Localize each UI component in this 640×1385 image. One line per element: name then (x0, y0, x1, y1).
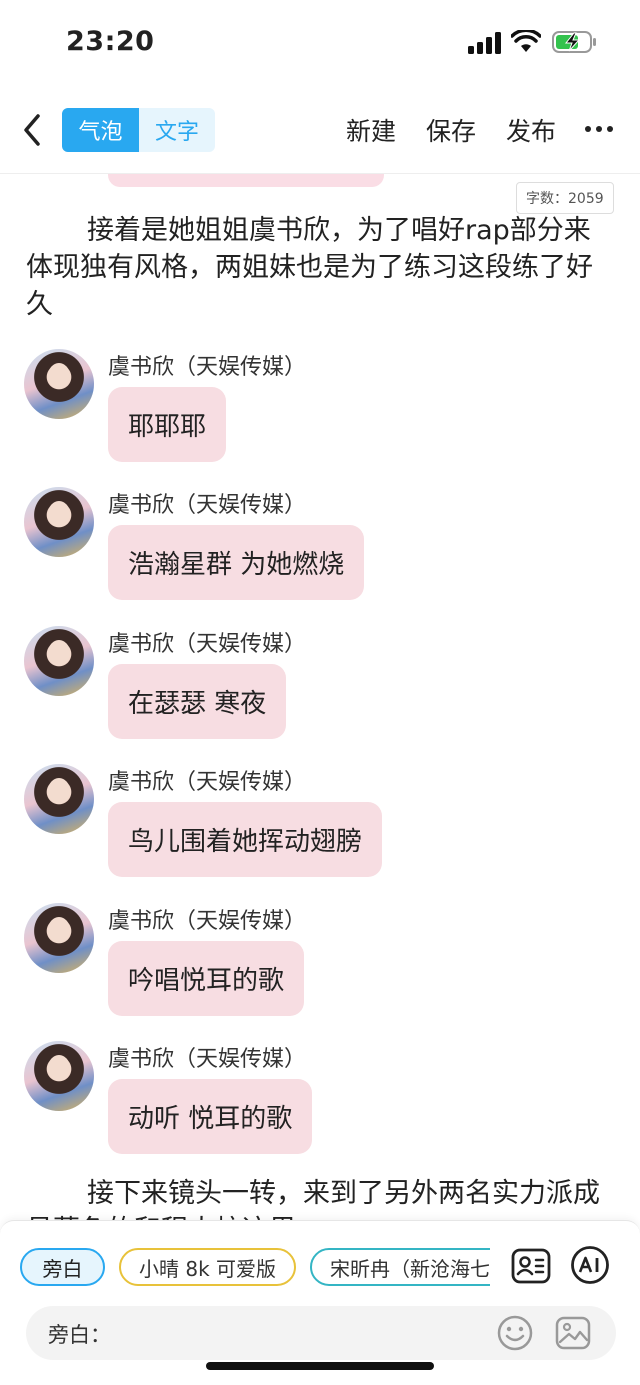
role-chip-narration[interactable]: 旁白 (20, 1248, 105, 1286)
avatar[interactable] (24, 626, 94, 696)
message-bubble[interactable]: 鸟儿围着她挥动翅膀 (108, 802, 383, 877)
sender-name: 虞书欣（天娱传媒） (108, 770, 307, 795)
mode-toggle: 气泡 文字 (62, 108, 215, 152)
chat-message[interactable]: 虞书欣（天娱传媒） 吟唱悦耳的歌 (0, 903, 640, 1033)
sender-name: 虞书欣（天娱传媒） (108, 355, 307, 380)
message-bubble[interactable]: 吟唱悦耳的歌 (108, 941, 305, 1016)
script-content[interactable]: 字数：2059 接着是她姐姐虞书欣，为了唱好rap部分来体现独有风格，两姐妹也是… (0, 174, 640, 1220)
narration-text[interactable]: 接着是她姐姐虞书欣，为了唱好rap部分来体现独有风格，两姐妹也是为了练习这段练了… (26, 212, 611, 323)
role-chip-list[interactable]: 旁白 小晴 8k 可爱版 宋昕冉（新沧海七 (20, 1248, 490, 1288)
new-button[interactable]: 新建 (346, 112, 396, 148)
image-icon[interactable] (554, 1314, 592, 1352)
chat-message[interactable]: 虞书欣（天娱传媒） 鸟儿围着她挥动翅膀 (0, 764, 640, 894)
avatar[interactable] (24, 349, 94, 419)
save-button[interactable]: 保存 (426, 112, 476, 148)
message-input[interactable]: 旁白： (26, 1306, 616, 1360)
more-icon[interactable] (584, 124, 614, 134)
word-count-badge: 字数：2059 (516, 182, 614, 214)
status-bar: 23:20 (0, 0, 640, 86)
chat-message[interactable]: 虞书欣（天娱传媒） 动听 悦耳的歌 (0, 1041, 640, 1171)
message-bubble[interactable]: 动听 悦耳的歌 (108, 1079, 313, 1154)
message-bubble[interactable]: 浩瀚星群 为她燃烧 (108, 525, 365, 600)
avatar[interactable] (24, 487, 94, 557)
emoji-icon[interactable] (496, 1314, 534, 1352)
avatar[interactable] (24, 1041, 94, 1111)
signal-icon (468, 32, 501, 54)
chat-message[interactable]: 虞书欣（天娱传媒） 浩瀚星群 为她燃烧 (0, 487, 640, 617)
message-bubble[interactable]: 在瑟瑟 寒夜 (108, 664, 287, 739)
chat-message[interactable]: 虞书欣（天娱传媒） 耶耶耶 (0, 349, 640, 479)
mode-text-tab[interactable]: 文字 (139, 108, 215, 152)
sender-name: 虞书欣（天娱传媒） (108, 1047, 307, 1072)
sender-name: 虞书欣（天娱传媒） (108, 632, 307, 657)
role-chip[interactable]: 宋昕冉（新沧海七 (310, 1248, 490, 1286)
avatar[interactable] (24, 764, 94, 834)
nav-bar: 气泡 文字 新建 保存 发布 (0, 86, 640, 174)
sender-name: 虞书欣（天娱传媒） (108, 493, 307, 518)
narration-text[interactable]: 接下来镜头一转，来到了另外两名实力派成员慕鱼的和程大校这里 (26, 1175, 611, 1220)
message-bubble[interactable]: 耶耶耶 (108, 387, 227, 462)
input-role-label: 旁白： (48, 1323, 111, 1347)
bottom-input-panel: 旁白 小晴 8k 可爱版 宋昕冉（新沧海七 旁白： (0, 1220, 640, 1385)
wifi-icon (511, 30, 541, 52)
ai-icon[interactable] (570, 1245, 610, 1285)
mode-bubble-tab[interactable]: 气泡 (62, 108, 139, 152)
contacts-icon[interactable] (510, 1245, 552, 1287)
chat-message[interactable]: 虞书欣（天娱传媒） 在瑟瑟 寒夜 (0, 626, 640, 756)
status-time: 23:20 (66, 26, 155, 57)
previous-message-bubble (108, 174, 384, 187)
role-chip[interactable]: 小晴 8k 可爱版 (119, 1248, 297, 1286)
sender-name: 虞书欣（天娱传媒） (108, 909, 307, 934)
home-indicator (206, 1362, 434, 1370)
back-icon[interactable] (18, 110, 46, 150)
publish-button[interactable]: 发布 (506, 112, 556, 148)
battery-icon (552, 31, 596, 53)
avatar[interactable] (24, 903, 94, 973)
